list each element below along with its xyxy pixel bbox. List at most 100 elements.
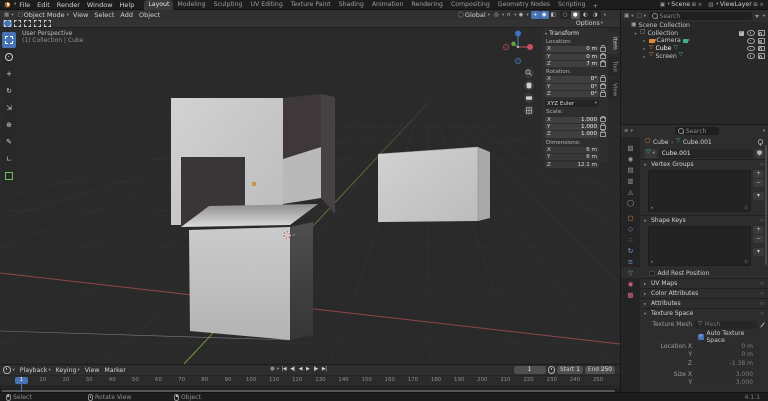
hide-in-viewport-icon[interactable] [747, 53, 755, 59]
outliner-editor-type-button[interactable]: ▣▾ [624, 13, 633, 19]
fake-user-button[interactable] [755, 149, 764, 158]
add-rest-position-checkbox[interactable] [649, 271, 655, 277]
vertex-groups-panel-header[interactable]: ▾Vertex Groups≡ [640, 159, 768, 169]
outliner-row-screen[interactable]: ▸▽Screen▽ [621, 52, 768, 60]
outliner-item-label[interactable]: Scene Collection [638, 22, 689, 29]
end-frame-field[interactable]: End 250 [585, 366, 615, 374]
add-item-button[interactable]: + [753, 226, 764, 234]
shading-rendered-button[interactable]: ◑ [591, 11, 600, 19]
properties-tab-world[interactable]: ◯ [621, 197, 640, 208]
timeline-ruler[interactable]: 1102030405060708090100110120130140150160… [0, 375, 620, 385]
field-value[interactable]: 0 m [695, 351, 756, 358]
transform-orientation-dropdown[interactable]: ◯ Global ▾ [458, 11, 490, 19]
playhead-marker[interactable]: 1 [15, 377, 28, 385]
field-value[interactable]: 3.000 [695, 371, 756, 378]
texture-mesh-field[interactable]: ▽Mesh [695, 321, 757, 329]
hide-in-viewport-icon[interactable] [747, 46, 755, 52]
animate-dot[interactable]: · [759, 360, 765, 366]
workspace-tab-shading[interactable]: Shading [335, 0, 368, 10]
properties-tab-physics[interactable]: ↻ [621, 245, 640, 256]
new-view-layer-icon[interactable]: ⊞ [753, 2, 758, 8]
outliner-row-scene-collection[interactable]: ▣Scene Collection [621, 22, 768, 30]
proportional-editing-toggle[interactable]: ◉ [516, 11, 525, 19]
properties-scrollbar[interactable] [765, 145, 767, 265]
properties-tab-particles[interactable]: ∴ [621, 234, 640, 245]
data-name-field[interactable]: Cube.001 [659, 149, 753, 158]
remove-item-button[interactable]: − [753, 179, 764, 187]
shading-dropdown-icon[interactable]: ▾ [604, 13, 606, 18]
properties-tab-material[interactable]: ◉ [621, 278, 640, 289]
dimensions-z-field[interactable]: Z12.1 m [545, 162, 599, 168]
add-item-button[interactable]: + [753, 170, 764, 178]
viewport-nav-buttons[interactable] [524, 68, 534, 116]
move-tool-button[interactable]: + [2, 66, 16, 82]
workspace-tab-scripting[interactable]: Scripting [554, 0, 590, 10]
filter-icon[interactable] [755, 15, 759, 18]
intersect-selection-button[interactable] [43, 20, 52, 27]
lock-icon[interactable] [600, 84, 606, 89]
toggle-xray-toggle[interactable]: ◧ [549, 11, 558, 19]
orientation-label[interactable]: Global [465, 11, 486, 19]
scale-tool-button[interactable]: ⇲ [2, 100, 16, 116]
add-cube-tool-button[interactable] [2, 168, 16, 184]
pin-icon[interactable] [758, 139, 763, 144]
texture-space-panel-header[interactable]: ▾Texture Space≡ [640, 308, 768, 318]
outliner-item-label[interactable]: Collection [647, 30, 678, 37]
n-panel-tab-tool[interactable]: Tool [608, 57, 619, 76]
disclosure-icon[interactable]: ▸ [642, 46, 647, 51]
menu-file[interactable]: File [19, 1, 30, 9]
new-scene-icon[interactable]: ⊞ [692, 2, 697, 8]
specials-menu-button[interactable]: ▾ [753, 248, 764, 256]
rotation-z-field[interactable]: Z0° [545, 91, 599, 97]
timeline-menu-marker[interactable]: Marker [104, 367, 125, 374]
animate-dot[interactable]: · [759, 343, 765, 349]
add-workspace-button[interactable]: + [590, 2, 601, 10]
disable-in-renders-icon[interactable] [758, 46, 766, 52]
snap-magnet-toggle[interactable]: ∩ [504, 11, 513, 19]
editor-type-button[interactable]: ▦▾ [4, 12, 13, 18]
menu-help[interactable]: Help [120, 1, 135, 9]
timeline-menu-view[interactable]: View [85, 367, 100, 374]
disclosure-icon[interactable]: ▸ [642, 38, 647, 43]
disable-in-renders-icon[interactable] [758, 53, 766, 59]
auto-texture-space-checkbox[interactable]: ✓ [698, 334, 704, 340]
options-button[interactable]: Options ▾ [576, 20, 603, 27]
lock-icon[interactable] [600, 125, 606, 130]
properties-tab-scene[interactable]: ◬ [621, 186, 640, 197]
scale-z-field[interactable]: Z1.000 [545, 131, 599, 137]
rotation-y-field[interactable]: Y0° [545, 84, 599, 90]
next-keyframe-button[interactable]: |▶ [312, 366, 320, 372]
scene-name[interactable]: Scene [671, 1, 690, 8]
viewport-menu-add[interactable]: Add [120, 11, 133, 19]
play-button[interactable]: ▶ [305, 366, 311, 372]
animate-dot[interactable]: · [759, 380, 765, 386]
properties-options-icon[interactable]: ▾ [763, 129, 765, 134]
timeline-menu-playback[interactable]: Playback [20, 367, 48, 374]
current-frame-field[interactable]: 1 [514, 366, 546, 374]
list-expand-icon[interactable]: ▸ [651, 260, 653, 265]
location-y-field[interactable]: Y0 m [545, 54, 599, 60]
hide-in-viewport-icon[interactable] [747, 30, 755, 36]
lock-icon[interactable] [600, 132, 606, 137]
attributes-panel-header[interactable]: ▸Attributes≡ [640, 298, 768, 308]
workspace-tab-geometry-nodes[interactable]: Geometry Nodes [494, 0, 554, 10]
outliner-item-label[interactable]: Cube [655, 45, 671, 52]
auto-keying-icon[interactable]: ● [270, 366, 275, 372]
invert-selection-button[interactable] [33, 20, 42, 27]
cube-object[interactable] [0, 94, 335, 340]
view-layer-name[interactable]: ViewLayer [720, 1, 752, 8]
list-filter-icon[interactable]: ≡ [744, 206, 748, 211]
uv-maps-panel-header[interactable]: ▸UV Maps≡ [640, 278, 768, 288]
workspace-tab-modeling[interactable]: Modeling [173, 0, 209, 10]
workspace-tab-layout[interactable]: Layout [144, 0, 173, 10]
field-value[interactable]: 0 m [695, 343, 756, 350]
outliner-row-camera[interactable]: ▸Camera [621, 37, 768, 45]
screen-object[interactable] [378, 147, 490, 222]
3d-viewport[interactable]: User Perspective (1) Collection | Cube +… [0, 28, 620, 364]
mode-label[interactable]: Object Mode [24, 11, 65, 19]
specials-menu-button[interactable]: ▾ [753, 192, 764, 200]
cursor-tool-button[interactable] [2, 49, 16, 65]
transform-panel-header[interactable]: ▾ Transform [545, 29, 606, 37]
lock-icon[interactable] [600, 77, 606, 82]
n-panel-tab-view[interactable]: View [608, 79, 619, 100]
